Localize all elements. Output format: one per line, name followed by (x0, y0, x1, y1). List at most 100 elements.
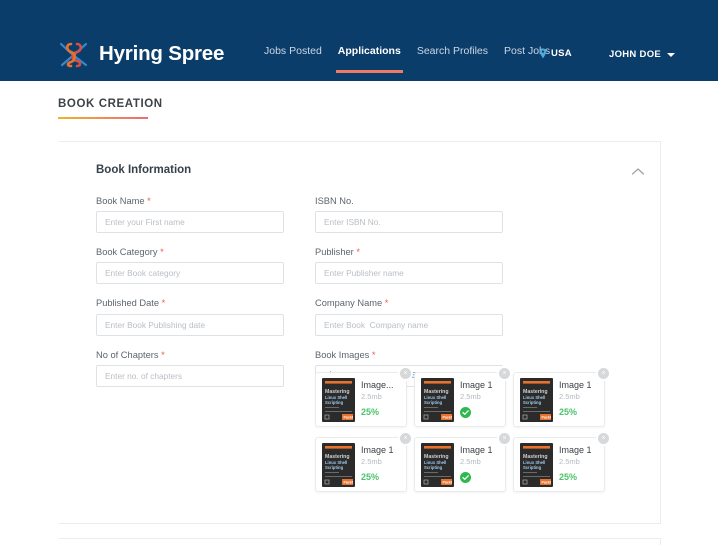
svg-text:Scripting: Scripting (325, 465, 344, 470)
upload-meta: Image 1 2.5mb (460, 380, 499, 419)
field-book-name: Book Name * (96, 196, 284, 234)
upload-progress-label: 25% (361, 406, 380, 417)
page-title-underline (58, 116, 148, 119)
brand-logo-link[interactable]: Hyring Spree (57, 38, 224, 70)
book-cover-thumbnail: Mastering Linux Shell Scripting Packt (322, 442, 355, 487)
svg-text:Packt: Packt (344, 415, 354, 419)
nav-link-jobs-posted[interactable]: Jobs Posted (264, 46, 322, 73)
hyring-spree-logo-icon (57, 38, 91, 70)
remove-image-button[interactable]: × (400, 368, 411, 379)
upload-progress-label: 25% (559, 406, 578, 417)
remove-image-button[interactable]: × (598, 368, 609, 379)
book-cover-thumbnail: Mastering Linux Shell Scripting Packt (520, 442, 553, 487)
location-label: USA (551, 48, 572, 59)
upload-progress-label: 25% (559, 471, 578, 482)
upload-file-name: Image 1 (460, 380, 493, 390)
upload-meta: Image 1 2.5mb 25% (361, 446, 400, 482)
chevron-down-icon (667, 52, 676, 57)
field-publisher: Publisher * (315, 247, 503, 285)
remove-image-button[interactable]: × (499, 368, 510, 379)
svg-text:Packt: Packt (542, 415, 552, 419)
upload-file-size: 2.5mb (460, 456, 481, 466)
upload-file-name: Image 1 (361, 446, 394, 456)
field-published-date: Published Date * (96, 298, 284, 336)
field-isbn-no: ISBN No. (315, 196, 503, 234)
book-cover-thumbnail: Mastering Linux Shell Scripting Packt (520, 377, 553, 422)
field-label-isbn-no: ISBN No. (315, 196, 354, 206)
svg-text:Scripting: Scripting (523, 400, 542, 405)
uploaded-image-card[interactable]: Mastering Linux Shell Scripting Packt Image … (315, 433, 411, 492)
upload-file-name: Image 1 (559, 446, 592, 456)
upload-complete-icon (460, 468, 499, 484)
company-name-input[interactable] (315, 313, 503, 336)
field-label-publisher: Publisher * (315, 247, 360, 258)
required-marker: * (356, 247, 360, 258)
uploaded-image-card[interactable]: Mastering Linux Shell Scripting Packt Image … (414, 433, 510, 492)
upload-meta: Image... 2.5mb 25% (361, 381, 400, 417)
required-marker: * (147, 196, 151, 206)
field-company-name: Company Name * (315, 298, 503, 336)
required-marker: * (161, 298, 166, 309)
page-title: BOOK CREATION (58, 98, 163, 110)
svg-text:Scripting: Scripting (424, 465, 443, 470)
section-collapse-button[interactable] (631, 167, 649, 181)
chevron-up-icon (631, 167, 649, 176)
user-menu[interactable]: JOHN DOE (609, 49, 676, 60)
required-marker: * (161, 349, 165, 360)
location-pin-icon (539, 48, 547, 59)
published-date-input[interactable] (96, 313, 284, 336)
form-column-left: Book Name * Book Category * Published Da… (96, 196, 284, 401)
svg-text:Scripting: Scripting (325, 400, 344, 405)
uploaded-image-card[interactable]: Mastering Linux Shell Scripting Packt Image … (414, 368, 510, 427)
field-label-company-name: Company Name * (315, 298, 389, 309)
upload-file-size: 2.5mb (460, 391, 481, 401)
uploaded-image-card[interactable]: Mastering Linux Shell Scripting Packt Image … (513, 368, 609, 427)
remove-image-button[interactable]: × (400, 433, 411, 444)
required-marker: * (160, 247, 164, 258)
svg-text:Packt: Packt (443, 480, 453, 484)
svg-text:Packt: Packt (344, 480, 354, 484)
location-selector[interactable]: USA (539, 48, 572, 59)
upload-file-size: 2.5mb (361, 457, 382, 467)
required-marker: * (371, 349, 376, 360)
field-no-of-chapters: No of Chapters * (96, 350, 284, 387)
publisher-input[interactable] (315, 262, 503, 285)
section-heading: Book Information (96, 164, 192, 176)
field-label-no-of-chapters: No of Chapters * (96, 349, 165, 360)
remove-image-button[interactable]: × (598, 433, 609, 444)
upload-file-name: Image... (361, 381, 394, 391)
upload-meta: Image 1 2.5mb 25% (559, 381, 598, 417)
svg-text:Packt: Packt (542, 480, 552, 484)
isbn-no-input[interactable] (315, 211, 503, 234)
brand-name: Hyring Spree (99, 41, 225, 65)
upload-meta: Image 1 2.5mb (460, 446, 499, 484)
book-name-input[interactable] (96, 211, 284, 234)
svg-text:Scripting: Scripting (424, 400, 443, 405)
uploaded-images-grid: Mastering Linux Shell Scripting Packt Image.… (315, 368, 625, 492)
no-of-chapters-input[interactable] (96, 364, 284, 387)
upload-meta: Image 1 2.5mb 25% (559, 446, 598, 482)
book-category-input[interactable] (96, 262, 284, 285)
app-page: Hyring Spree Jobs Posted Applications Se… (0, 0, 718, 545)
uploaded-image-card[interactable]: Mastering Linux Shell Scripting Packt Image … (513, 433, 609, 492)
svg-text:Scripting: Scripting (523, 465, 542, 470)
book-cover-thumbnail: Mastering Linux Shell Scripting Packt (421, 377, 454, 422)
upload-file-size: 2.5mb (559, 457, 580, 467)
upload-file-name: Image 1 (559, 381, 592, 391)
next-card (59, 538, 661, 545)
nav-link-search-profiles[interactable]: Search Profiles (417, 46, 488, 73)
primary-nav-links: Jobs Posted Applications Search Profiles… (264, 46, 550, 73)
field-label-published-date: Published Date * (96, 298, 166, 309)
uploaded-image-card[interactable]: Mastering Linux Shell Scripting Packt Image.… (315, 368, 411, 427)
remove-image-button[interactable]: × (499, 433, 510, 444)
field-label-book-category: Book Category * (96, 247, 164, 258)
nav-inner: Hyring Spree Jobs Posted Applications Se… (0, 0, 718, 81)
field-label-book-images: Book Images * (315, 349, 376, 360)
user-name-label: JOHN DOE (609, 49, 662, 60)
field-label-book-name: Book Name * (96, 196, 151, 206)
required-marker: * (384, 298, 389, 309)
svg-text:Packt: Packt (443, 415, 453, 419)
nav-link-applications[interactable]: Applications (335, 46, 403, 73)
upload-complete-icon (460, 403, 499, 419)
upload-file-size: 2.5mb (361, 392, 382, 402)
